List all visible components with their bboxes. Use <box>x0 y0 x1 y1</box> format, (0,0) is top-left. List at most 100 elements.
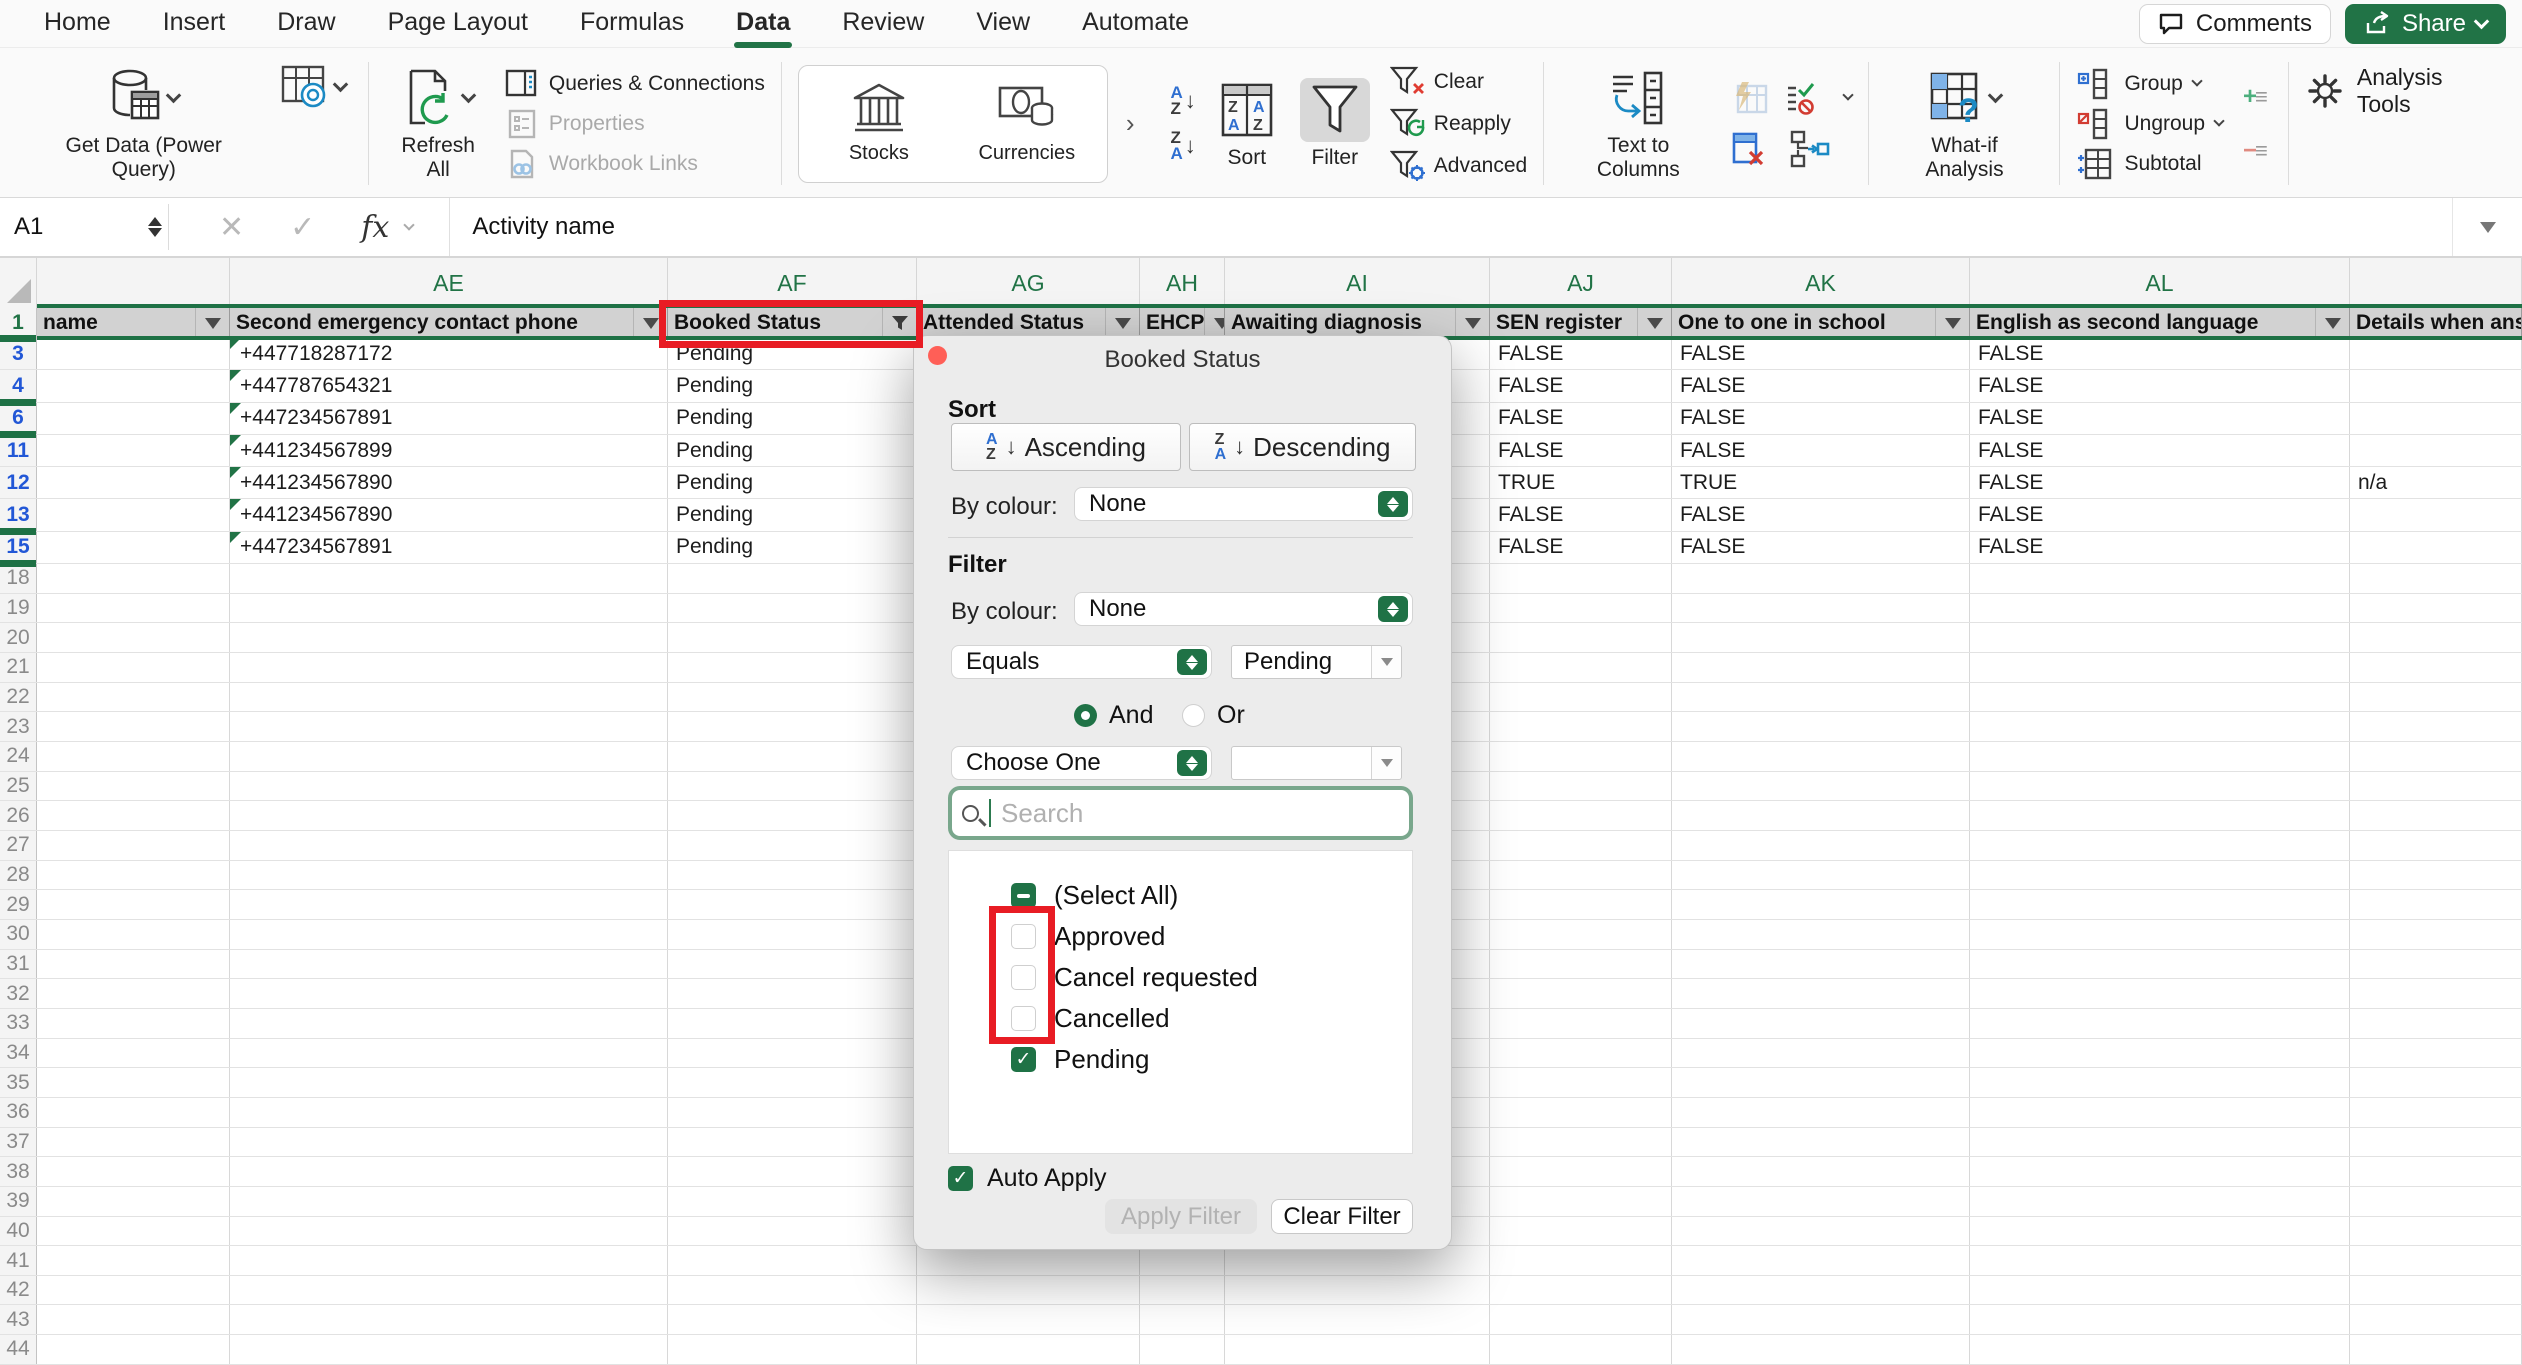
row-number-36[interactable]: 36 <box>0 1098 37 1127</box>
cell-26-7[interactable] <box>1672 801 1970 830</box>
sort-by-colour-dropdown[interactable]: None <box>1074 487 1413 521</box>
cell-6-2[interactable]: Pending <box>668 403 917 434</box>
cell-13-0[interactable] <box>37 499 230 530</box>
cell-19-0[interactable] <box>37 594 230 623</box>
cell-20-2[interactable] <box>668 623 917 652</box>
cell-20-0[interactable] <box>37 623 230 652</box>
cell-44-8[interactable] <box>1970 1335 2350 1364</box>
cell-25-8[interactable] <box>1970 772 2350 801</box>
cell-15-9[interactable] <box>2350 532 2522 563</box>
cell-33-7[interactable] <box>1672 1009 1970 1038</box>
column-letter-AJ[interactable]: AJ <box>1490 258 1672 308</box>
cell-13-7[interactable]: FALSE <box>1672 499 1970 530</box>
cell-11-2[interactable]: Pending <box>668 435 917 466</box>
cell-34-2[interactable] <box>668 1039 917 1068</box>
cell-40-1[interactable] <box>230 1217 668 1246</box>
column-letter-AI[interactable]: AI <box>1225 258 1490 308</box>
group-button[interactable]: Group <box>2076 68 2223 100</box>
row-number-25[interactable]: 25 <box>0 772 37 801</box>
cell-4-9[interactable] <box>2350 370 2522 401</box>
cell-4-2[interactable]: Pending <box>668 370 917 401</box>
cell-26-6[interactable] <box>1490 801 1672 830</box>
tab-page-layout[interactable]: Page Layout <box>362 0 554 47</box>
row-number-27[interactable]: 27 <box>0 831 37 860</box>
cell-29-2[interactable] <box>668 890 917 919</box>
checkbox-unchecked-icon[interactable] <box>1011 965 1036 990</box>
header-cell-booked-status[interactable]: Booked Status <box>668 308 917 338</box>
cell-21-2[interactable] <box>668 653 917 682</box>
cell-3-0[interactable] <box>37 338 230 369</box>
name-box-stepper[interactable] <box>142 217 168 237</box>
insert-data-from-picture-button[interactable] <box>273 54 352 120</box>
row-number-28[interactable]: 28 <box>0 861 37 890</box>
filter-value-cancel-requested[interactable]: Cancel requested <box>949 957 1412 998</box>
cell-34-0[interactable] <box>37 1039 230 1068</box>
cell-20-8[interactable] <box>1970 623 2350 652</box>
cell-41-3[interactable] <box>917 1246 1140 1275</box>
cell-31-6[interactable] <box>1490 950 1672 979</box>
get-data-button[interactable]: Get Data (Power Query) <box>28 62 259 185</box>
row-number-3[interactable]: 3 <box>0 338 37 369</box>
cell-13-2[interactable]: Pending <box>668 499 917 530</box>
row-number-34[interactable]: 34 <box>0 1039 37 1068</box>
cell-37-7[interactable] <box>1672 1128 1970 1157</box>
row-number-20[interactable]: 20 <box>0 623 37 652</box>
second-condition-dropdown[interactable]: Choose One <box>951 746 1212 780</box>
header-cell-awaiting-diagnosis[interactable]: Awaiting diagnosis <box>1225 308 1490 338</box>
cell-22-6[interactable] <box>1490 683 1672 712</box>
cell-41-4[interactable] <box>1140 1246 1225 1275</box>
cell-25-7[interactable] <box>1672 772 1970 801</box>
cell-24-8[interactable] <box>1970 742 2350 771</box>
header-cell-one-to-one-in-school[interactable]: One to one in school <box>1672 308 1970 338</box>
column-letter-AH[interactable]: AH <box>1140 258 1225 308</box>
data-validation-icon[interactable] <box>1784 80 1830 116</box>
cancel-entry-icon[interactable]: ✕ <box>219 210 244 245</box>
combo-dropdown-button[interactable] <box>1371 646 1401 678</box>
cell-42-6[interactable] <box>1490 1276 1672 1305</box>
or-radio[interactable]: Or <box>1182 701 1245 730</box>
header-cell-details-when-answ[interactable]: Details when answ <box>2350 308 2522 338</box>
cell-28-1[interactable] <box>230 861 668 890</box>
header-cell-attended-status[interactable]: Attended Status <box>917 308 1140 338</box>
cell-40-8[interactable] <box>1970 1217 2350 1246</box>
cell-35-8[interactable] <box>1970 1068 2350 1097</box>
row-number-33[interactable]: 33 <box>0 1009 37 1038</box>
cell-6-0[interactable] <box>37 403 230 434</box>
checkbox-unchecked-icon[interactable] <box>1011 1006 1036 1031</box>
cell-36-1[interactable] <box>230 1098 668 1127</box>
cell-19-9[interactable] <box>2350 594 2522 623</box>
cell-41-2[interactable] <box>668 1246 917 1275</box>
cell-40-7[interactable] <box>1672 1217 1970 1246</box>
cell-22-7[interactable] <box>1672 683 1970 712</box>
clear-filter-button[interactable]: Clear Filter <box>1271 1199 1413 1234</box>
cell-25-0[interactable] <box>37 772 230 801</box>
cell-35-0[interactable] <box>37 1068 230 1097</box>
cell-19-1[interactable] <box>230 594 668 623</box>
cell-3-7[interactable]: FALSE <box>1672 338 1970 369</box>
cell-37-9[interactable] <box>2350 1128 2522 1157</box>
cell-15-6[interactable]: FALSE <box>1490 532 1672 563</box>
tab-data[interactable]: Data <box>710 0 816 47</box>
cell-33-1[interactable] <box>230 1009 668 1038</box>
filter-dropdown-icon[interactable] <box>1204 308 1225 338</box>
filter-applied-icon[interactable] <box>882 308 916 338</box>
sort-descending-option[interactable]: ZA ↓ Descending <box>1189 423 1416 471</box>
cell-32-0[interactable] <box>37 979 230 1008</box>
cell-24-6[interactable] <box>1490 742 1672 771</box>
cell-25-1[interactable] <box>230 772 668 801</box>
row-number-11[interactable]: 11 <box>0 435 37 466</box>
cell-43-1[interactable] <box>230 1305 668 1334</box>
cell-29-7[interactable] <box>1672 890 1970 919</box>
cell-23-2[interactable] <box>668 712 917 741</box>
cell-26-2[interactable] <box>668 801 917 830</box>
column-letter-AK[interactable]: AK <box>1672 258 1970 308</box>
cell-33-2[interactable] <box>668 1009 917 1038</box>
header-cell-name[interactable]: name <box>37 308 230 338</box>
header-cell-ehcp[interactable]: EHCP <box>1140 308 1225 338</box>
cell-20-9[interactable] <box>2350 623 2522 652</box>
cell-42-8[interactable] <box>1970 1276 2350 1305</box>
cell-37-8[interactable] <box>1970 1128 2350 1157</box>
cell-20-7[interactable] <box>1672 623 1970 652</box>
cell-15-0[interactable] <box>37 532 230 563</box>
tab-automate[interactable]: Automate <box>1056 0 1215 47</box>
